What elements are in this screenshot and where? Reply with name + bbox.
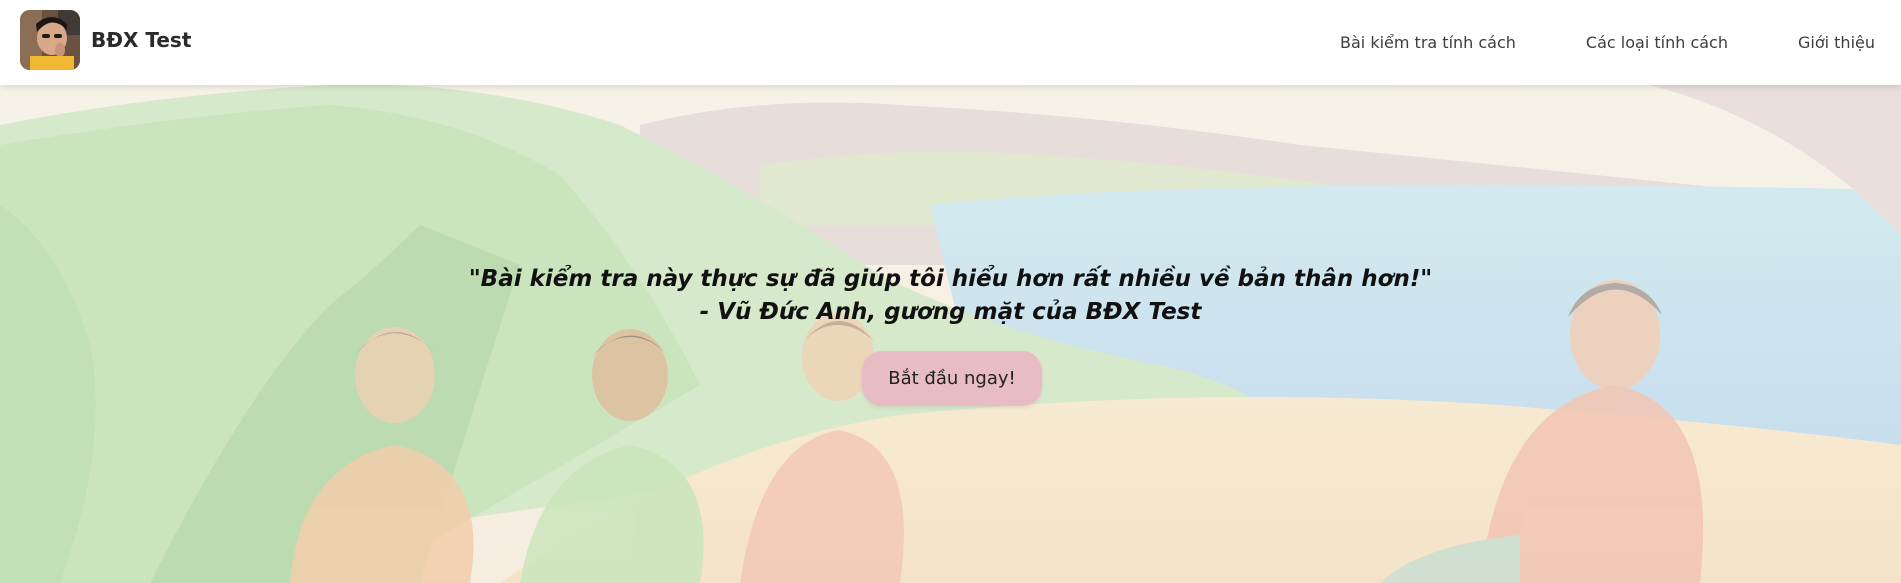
nav-link-personality-test[interactable]: Bài kiểm tra tính cách [1340,33,1516,52]
nav-link-personality-types[interactable]: Các loại tính cách [1586,33,1728,52]
top-navbar: BĐX Test Bài kiểm tra tính cách Các loại… [0,0,1901,85]
quote-text: "Bài kiểm tra này thực sự đã giúp tôi hi… [468,266,1433,292]
brand-home-link[interactable]: BĐX Test [20,10,191,70]
testimonial-quote: "Bài kiểm tra này thực sự đã giúp tôi hi… [0,263,1901,329]
brand-name: BĐX Test [91,28,192,52]
quote-attribution: - Vũ Đức Anh, gương mặt của BĐX Test [699,299,1202,325]
nav-link-about[interactable]: Giới thiệu [1798,33,1875,52]
brand-avatar [20,10,80,70]
hero-background-painting [0,85,1901,583]
main-nav: Bài kiểm tra tính cách Các loại tính các… [1270,0,1875,85]
hero-section: "Bài kiểm tra này thực sự đã giúp tôi hi… [0,85,1901,583]
start-now-button[interactable]: Bắt đầu ngay! [862,351,1042,406]
